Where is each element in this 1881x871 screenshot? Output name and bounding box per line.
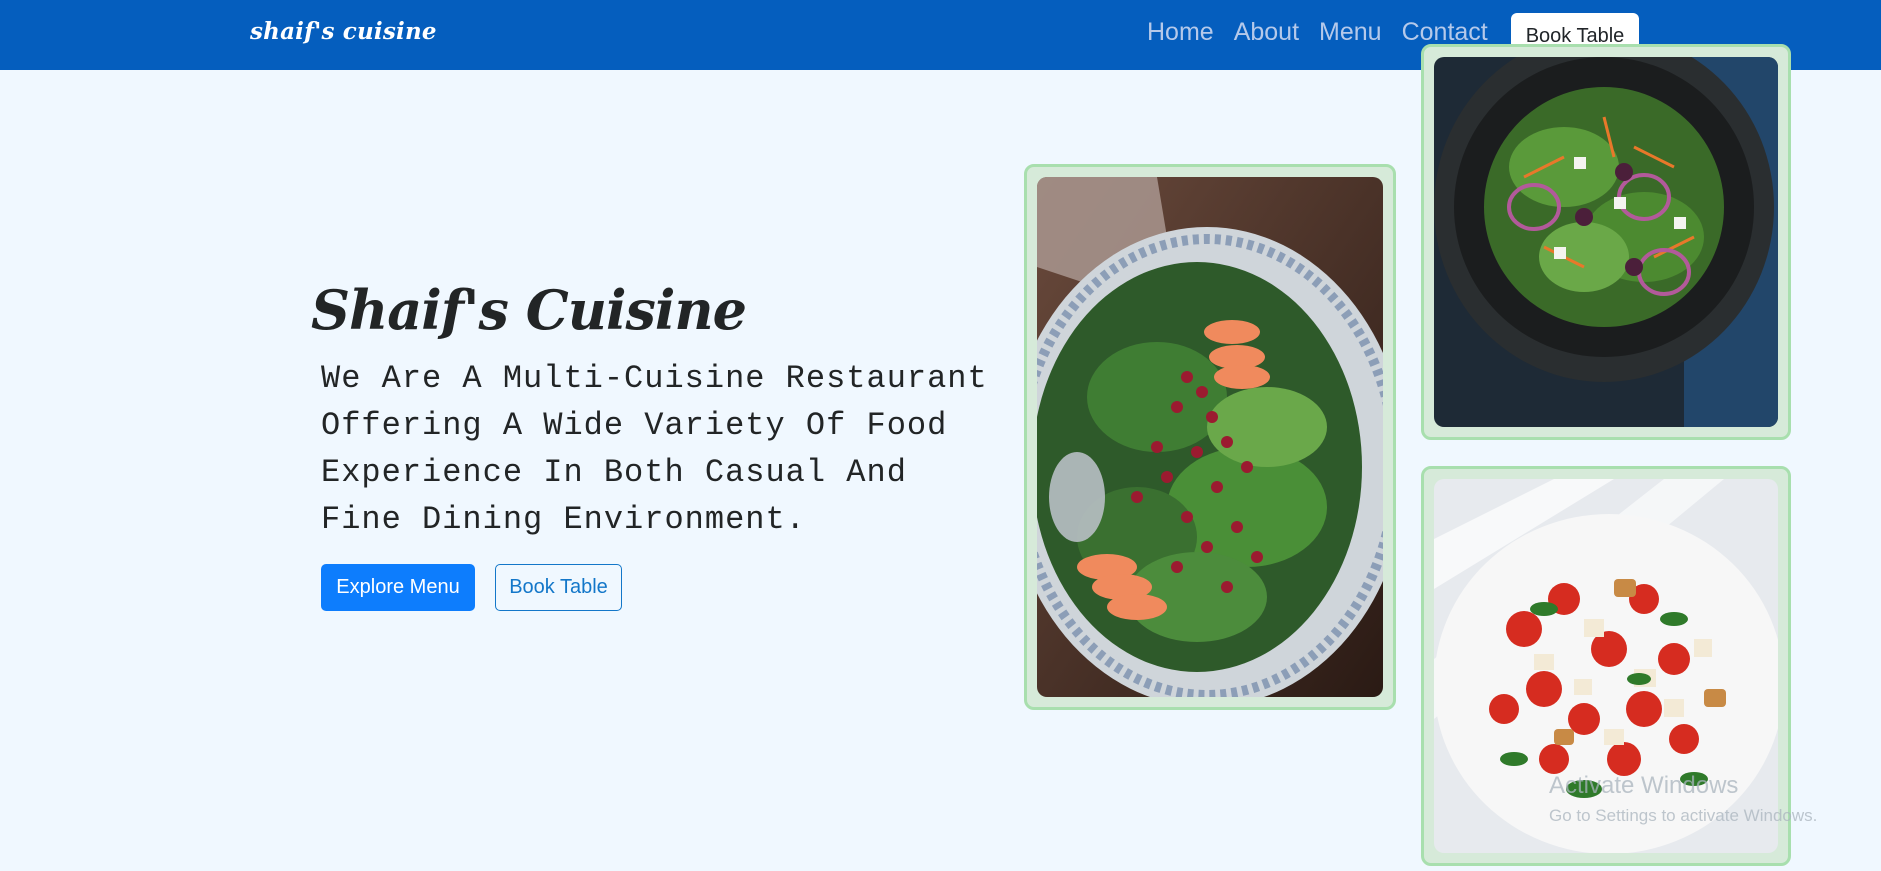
gallery-card-2 (1421, 44, 1791, 440)
nav-link-about[interactable]: About (1234, 17, 1299, 47)
nav-link-menu[interactable]: Menu (1319, 17, 1382, 47)
hero-description: We Are A Multi-Cuisine Restaurant Offeri… (321, 360, 988, 538)
nav-links: Home About Menu Contact (1147, 17, 1488, 47)
hero-title: Shaif's Cuisine (311, 278, 747, 342)
activate-windows-title: Activate Windows (1549, 772, 1739, 799)
brand-logo[interactable]: shaif's cuisine (250, 18, 437, 45)
activate-windows-watermark: Activate Windows Go to Settings to activ… (1549, 772, 1817, 826)
nav-link-home[interactable]: Home (1147, 17, 1214, 47)
nav-link-contact[interactable]: Contact (1402, 17, 1488, 47)
explore-menu-button[interactable]: Explore Menu (321, 564, 475, 611)
salad-plate-image (1037, 177, 1383, 697)
dark-bowl-salad-image (1434, 57, 1778, 427)
book-table-button[interactable]: Book Table (495, 564, 622, 611)
activate-windows-subtitle: Go to Settings to activate Windows. (1549, 806, 1818, 825)
gallery-card-1 (1024, 164, 1396, 710)
